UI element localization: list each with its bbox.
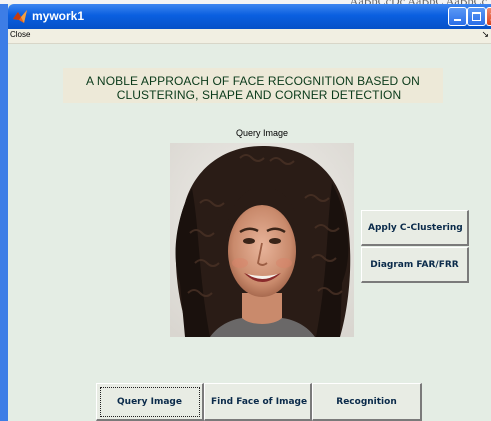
face-photo-illustration: [170, 143, 354, 337]
window-title: mywork1: [32, 9, 85, 23]
recognition-button[interactable]: Recognition: [312, 383, 422, 421]
window-left-frame: [0, 4, 8, 421]
diagram-far-frr-button[interactable]: Diagram FAR/FRR: [361, 247, 469, 283]
heading-line-1: A NOBLE APPROACH OF FACE RECOGNITION BAS…: [86, 74, 420, 88]
query-face-photo: [170, 143, 354, 337]
matlab-app-icon: [13, 10, 27, 23]
apply-c-clustering-button[interactable]: Apply C-Clustering: [361, 210, 469, 246]
heading-line-2: CLUSTERING, SHAPE AND CORNER DETECTION: [116, 88, 402, 102]
window-titlebar[interactable]: mywork1 ✕: [8, 4, 491, 29]
close-window-button[interactable]: ✕: [486, 7, 491, 26]
query-image-caption: Query Image: [235, 128, 289, 138]
menu-item-close[interactable]: Close: [10, 30, 30, 39]
minimize-icon: [454, 19, 461, 21]
maximize-icon: [472, 12, 481, 21]
maximize-button[interactable]: [467, 7, 486, 26]
menu-bar: Close ↘: [8, 29, 491, 44]
minimize-button[interactable]: [448, 7, 467, 26]
heading-panel: A NOBLE APPROACH OF FACE RECOGNITION BAS…: [63, 68, 443, 103]
find-face-button[interactable]: Find Face of Image: [204, 383, 312, 421]
app-window: mywork1 ✕ Close ↘ A NOBLE APPROACH OF FA…: [8, 4, 491, 421]
menu-arrow-icon: ↘: [481, 29, 489, 39]
query-image-button[interactable]: Query Image: [96, 383, 204, 421]
